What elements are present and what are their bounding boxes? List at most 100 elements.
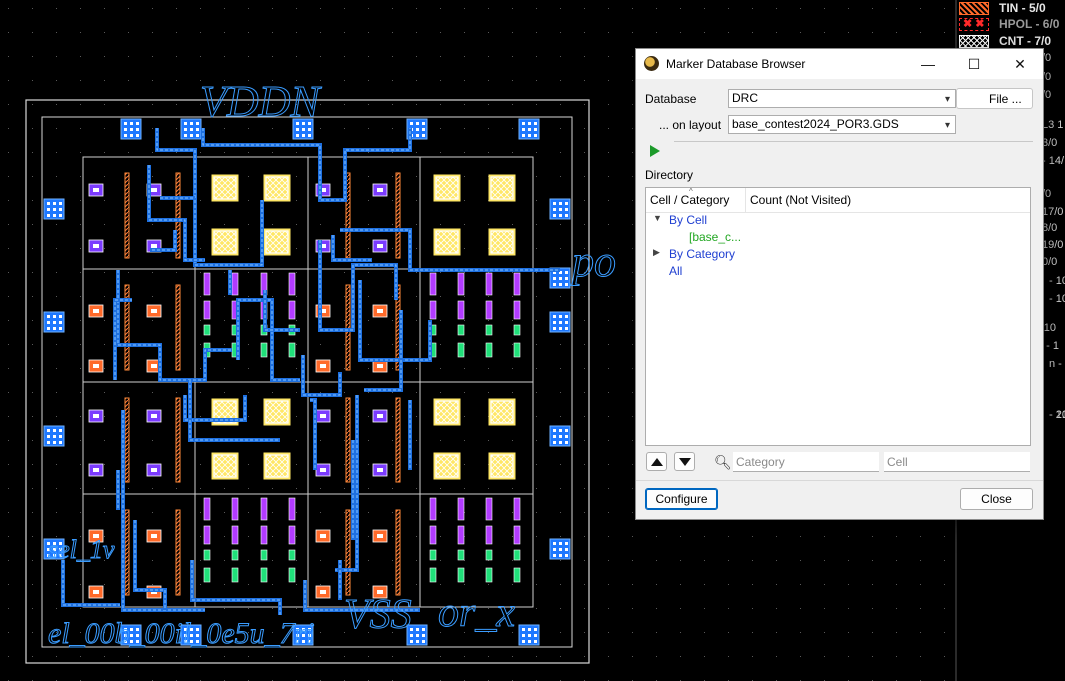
- pad-via: [190, 134, 193, 137]
- device-contact: [372, 239, 388, 253]
- run-play-icon[interactable]: [650, 145, 660, 157]
- pad-via: [565, 208, 568, 211]
- io-pad: [549, 538, 571, 560]
- device-via: [93, 188, 99, 192]
- pad-via: [47, 429, 50, 432]
- pad-via: [553, 548, 556, 551]
- pad-via: [53, 214, 56, 217]
- layer-row[interactable]: ✖ ✖ HPOL - 6/0: [959, 16, 1059, 32]
- tree-item-by-cell[interactable]: By Cell: [669, 213, 707, 227]
- expand-open-icon[interactable]: ▼: [653, 213, 662, 223]
- layout-select[interactable]: base_contest2024_POR3.GDS ▾: [728, 115, 956, 134]
- tree-item-by-category[interactable]: By Category: [669, 247, 735, 261]
- pad-via: [553, 315, 556, 318]
- n-well: [457, 567, 465, 583]
- device-contact: [146, 463, 162, 477]
- directory-tree[interactable]: Cell / Category ^ Count (Not Visited) ▼ …: [645, 187, 1031, 446]
- n-well: [513, 324, 521, 336]
- database-label: Database: [645, 92, 697, 106]
- pad-via: [53, 202, 56, 205]
- move-up-button[interactable]: [646, 452, 667, 471]
- contact-arrays: [211, 174, 516, 480]
- configure-button[interactable]: Configure: [645, 488, 718, 510]
- layer-row[interactable]: CNT - 7/0: [959, 33, 1051, 49]
- metal-wire: [331, 235, 372, 262]
- gate-poly: [429, 300, 437, 320]
- device-contact: [372, 529, 388, 543]
- contact-array: [433, 452, 461, 480]
- window-title: Marker Database Browser: [666, 57, 806, 71]
- transistor-column: [288, 497, 296, 583]
- tree-item-all[interactable]: All: [669, 264, 682, 278]
- n-well: [513, 342, 521, 358]
- n-well: [457, 342, 465, 358]
- pad-via: [422, 122, 425, 125]
- io-pad: [549, 311, 571, 333]
- gate-poly: [288, 300, 296, 320]
- device-via: [377, 244, 383, 248]
- pad-via: [559, 441, 562, 444]
- file-menu-button[interactable]: File ...: [956, 88, 1033, 109]
- title-bar[interactable]: Marker Database Browser — ☐ ✕: [636, 49, 1043, 79]
- pad-via: [565, 429, 568, 432]
- wire-outer: [310, 398, 317, 470]
- pad-via: [553, 202, 556, 205]
- net-label-vss: VSS: [344, 592, 412, 638]
- pad-via: [190, 128, 193, 131]
- contact-hatch: [490, 230, 514, 254]
- pad-via: [59, 208, 62, 211]
- gate-poly: [288, 272, 296, 296]
- n-well: [429, 567, 437, 583]
- contact-hatch: [213, 454, 237, 478]
- pad-via: [522, 134, 525, 137]
- pad-via: [528, 128, 531, 131]
- pad-via: [136, 128, 139, 131]
- transistor-column: [457, 272, 465, 358]
- pad-via: [559, 548, 562, 551]
- contact-hatch: [265, 230, 289, 254]
- gate-poly: [260, 497, 268, 521]
- transistor-column: [260, 497, 268, 583]
- io-pad: [518, 624, 540, 646]
- marker-database-browser: Marker Database Browser — ☐ ✕ Database D…: [635, 48, 1044, 520]
- device-contact: [88, 183, 104, 197]
- pad-via: [553, 429, 556, 432]
- n-well: [288, 549, 296, 561]
- column-header-count[interactable]: Count (Not Visited): [750, 193, 851, 207]
- device-contact: [315, 529, 331, 543]
- minimize-button[interactable]: —: [905, 49, 951, 79]
- device-via: [377, 534, 383, 538]
- cell-filter-input[interactable]: Cell: [884, 452, 1030, 472]
- contact-hatch: [490, 454, 514, 478]
- close-window-button[interactable]: ✕: [997, 49, 1043, 79]
- contact-array: [488, 452, 516, 480]
- pad-via: [59, 429, 62, 432]
- layer-fragment-label: L3 1: [1042, 119, 1064, 131]
- database-select[interactable]: DRC ▾: [728, 89, 956, 108]
- n-well: [260, 567, 268, 583]
- layer-row[interactable]: TIN - 5/0: [959, 0, 1046, 16]
- maximize-button[interactable]: ☐: [951, 49, 997, 79]
- close-button[interactable]: Close: [960, 488, 1033, 510]
- n-well: [203, 549, 211, 561]
- gate-poly: [457, 300, 465, 320]
- gate-poly: [203, 525, 211, 545]
- pad-via: [559, 208, 562, 211]
- pad-via: [47, 441, 50, 444]
- device-contact: [146, 529, 162, 543]
- io-pad: [120, 118, 142, 140]
- move-down-button[interactable]: [674, 452, 695, 471]
- contact-hatch: [435, 230, 459, 254]
- pad-via: [559, 435, 562, 438]
- io-pad: [549, 198, 571, 220]
- contact-hatch: [265, 400, 289, 424]
- device-via: [151, 309, 157, 313]
- gate-poly: [231, 525, 239, 545]
- pad-via: [553, 321, 556, 324]
- category-filter-input[interactable]: Category: [733, 452, 879, 472]
- pad-via: [130, 128, 133, 131]
- expand-closed-icon[interactable]: ▶: [653, 247, 660, 258]
- n-well: [203, 567, 211, 583]
- tree-item-base-cell[interactable]: [base_c...: [689, 230, 741, 244]
- pad-via: [565, 441, 568, 444]
